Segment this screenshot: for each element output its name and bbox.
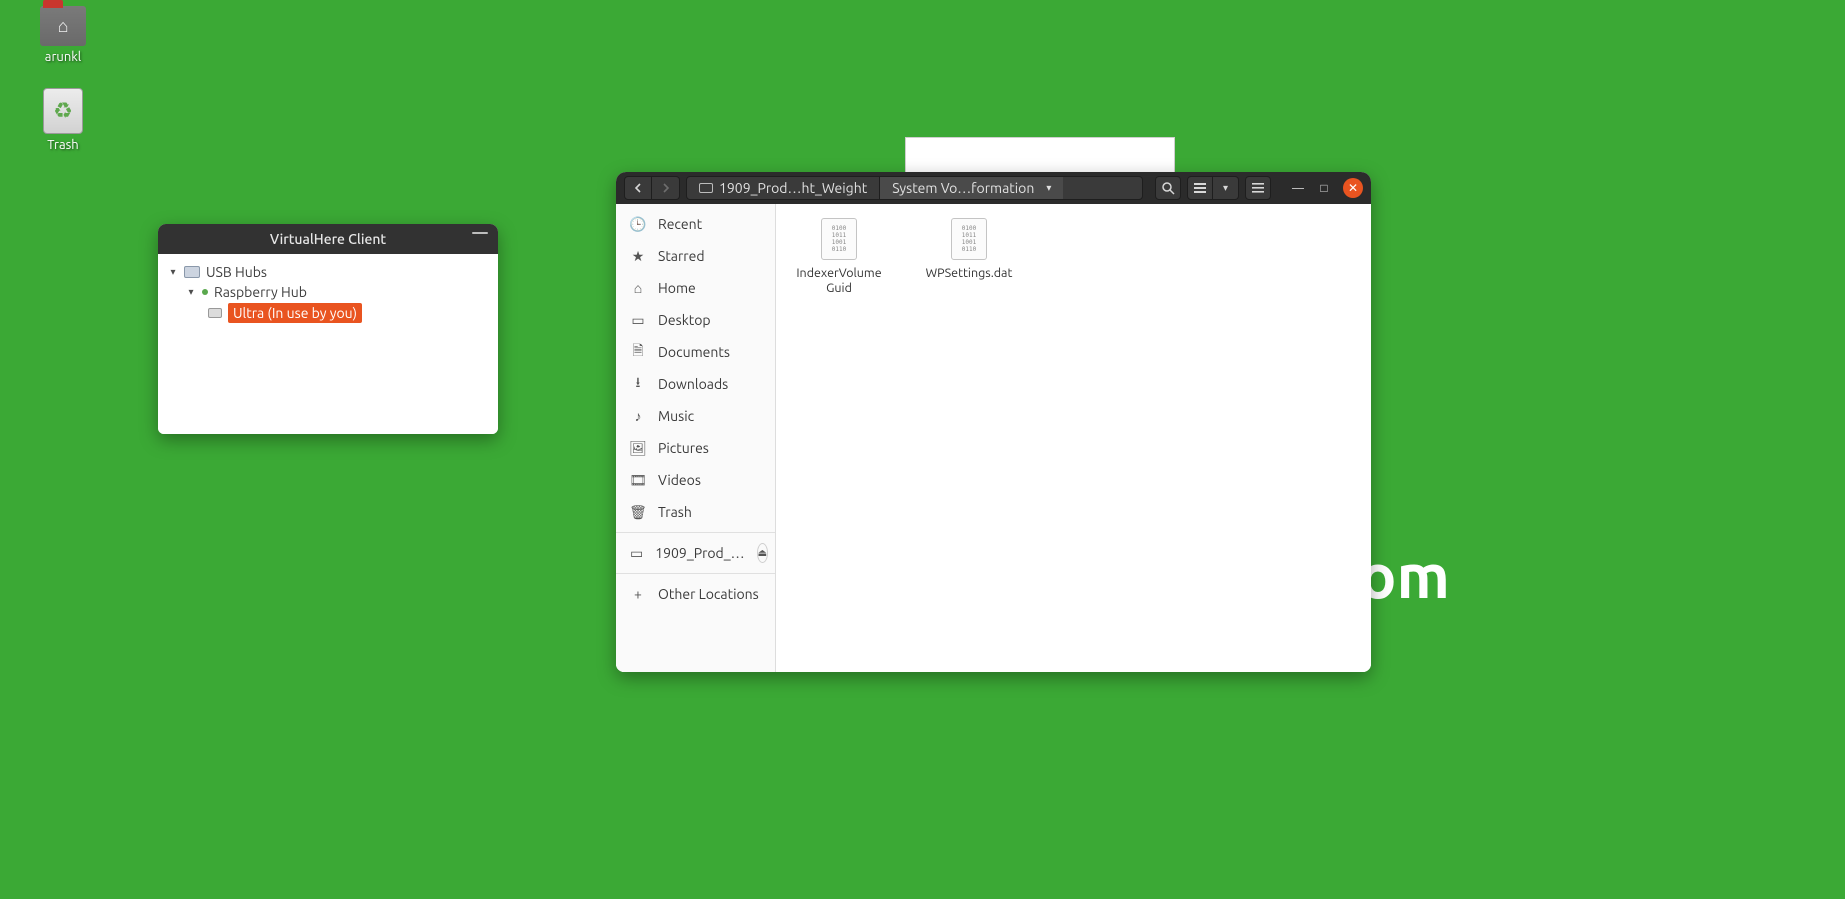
sidebar-item-pictures[interactable]: 🖼 Pictures	[616, 432, 775, 464]
close-button[interactable]: ✕	[1343, 178, 1363, 198]
tree-hub-label: Raspberry Hub	[214, 283, 307, 301]
files-sidebar: 🕒 Recent ★ Starred ⌂ Home ▭ Desktop 🗎 Do…	[616, 204, 776, 672]
expand-arrow-icon[interactable]: ▾	[186, 287, 196, 297]
sidebar-separator	[616, 573, 775, 574]
virtualhere-window: VirtualHere Client ▾ USB Hubs ▾ Raspberr…	[158, 224, 498, 434]
forward-button[interactable]	[652, 176, 680, 200]
tree-root-label: USB Hubs	[206, 263, 267, 281]
drive-icon	[699, 183, 713, 193]
back-button[interactable]	[624, 176, 652, 200]
star-icon: ★	[630, 248, 646, 265]
drive-icon	[208, 308, 222, 318]
sidebar-item-other-locations[interactable]: + Other Locations	[616, 578, 775, 610]
plus-icon: +	[630, 586, 646, 602]
music-icon: ♪	[630, 408, 646, 424]
watermark-text: om	[1359, 540, 1450, 610]
binary-file-icon: 0100101110010110	[821, 218, 857, 260]
chevron-left-icon	[633, 183, 643, 193]
list-icon	[1194, 183, 1206, 193]
sidebar-item-label: Pictures	[658, 440, 709, 456]
minimize-icon[interactable]	[472, 232, 488, 234]
sidebar-item-drive[interactable]: ▭ 1909_Prod_… ⏏	[616, 537, 775, 569]
hamburger-icon	[1252, 183, 1264, 193]
chevron-right-icon	[661, 183, 671, 193]
trash-icon: 🗑	[630, 504, 646, 521]
sidebar-item-recent[interactable]: 🕒 Recent	[616, 208, 775, 240]
desktop-folder-label: arunkl	[45, 50, 81, 64]
sidebar-item-music[interactable]: ♪ Music	[616, 400, 775, 432]
files-window: 1909_Prod…ht_Weight System Vo…formation …	[616, 172, 1371, 672]
path-segment-drive[interactable]: 1909_Prod…ht_Weight	[687, 177, 879, 199]
search-button[interactable]	[1155, 176, 1181, 200]
sidebar-item-trash[interactable]: 🗑 Trash	[616, 496, 775, 528]
usb-hub-icon	[184, 266, 200, 278]
drive-icon: ▭	[630, 545, 643, 562]
sidebar-item-label: Desktop	[658, 312, 711, 328]
nav-group	[624, 176, 680, 200]
downloads-icon: ⭳	[630, 372, 646, 396]
eject-button[interactable]: ⏏	[757, 543, 768, 563]
sidebar-item-label: Downloads	[658, 376, 728, 392]
desktop-icon: ▭	[630, 312, 646, 329]
sidebar-item-videos[interactable]: 🎞 Videos	[616, 464, 775, 496]
sidebar-item-label: Videos	[658, 472, 701, 488]
view-dropdown-button[interactable]: ▾	[1213, 176, 1239, 200]
sidebar-item-label: Home	[658, 280, 696, 296]
virtualhere-body: ▾ USB Hubs ▾ Raspberry Hub Ultra (In use…	[158, 254, 498, 434]
toolbar-right: ▾	[1155, 176, 1271, 200]
desktop-trash-label: Trash	[47, 138, 78, 152]
sidebar-item-label: 1909_Prod_…	[655, 545, 744, 561]
files-headerbar: 1909_Prod…ht_Weight System Vo…formation …	[616, 172, 1371, 204]
chevron-down-icon[interactable]: ▾	[1046, 182, 1051, 194]
sidebar-item-label: Recent	[658, 216, 702, 232]
path-seg2-label: System Vo…formation	[892, 180, 1034, 196]
sidebar-separator	[616, 532, 775, 533]
path-segment-current[interactable]: System Vo…formation ▾	[879, 177, 1063, 199]
chevron-down-icon: ▾	[1223, 182, 1228, 194]
sidebar-item-documents[interactable]: 🗎 Documents	[616, 336, 775, 368]
path-seg1-label: 1909_Prod…ht_Weight	[719, 180, 867, 196]
view-group: ▾	[1187, 176, 1239, 200]
file-item[interactable]: 0100101110010110 WPSettings.dat	[924, 218, 1014, 281]
view-list-button[interactable]	[1187, 176, 1213, 200]
expand-arrow-icon[interactable]: ▾	[168, 267, 178, 277]
virtualhere-titlebar[interactable]: VirtualHere Client	[158, 224, 498, 254]
tree-device-label: Ultra (In use by you)	[228, 303, 362, 323]
files-body: 🕒 Recent ★ Starred ⌂ Home ▭ Desktop 🗎 Do…	[616, 204, 1371, 672]
pictures-icon: 🖼	[630, 440, 646, 457]
desktop-trash[interactable]: ♻ Trash	[18, 88, 108, 152]
clock-icon: 🕒	[630, 216, 646, 233]
minimize-button[interactable]: —	[1291, 181, 1305, 195]
tree-root-row[interactable]: ▾ USB Hubs	[168, 262, 488, 282]
sidebar-item-desktop[interactable]: ▭ Desktop	[616, 304, 775, 336]
virtualhere-title: VirtualHere Client	[270, 231, 386, 247]
sidebar-item-downloads[interactable]: ⭳ Downloads	[616, 368, 775, 400]
files-pane[interactable]: 0100101110010110 IndexerVolumeGuid 01001…	[776, 204, 1371, 672]
binary-file-icon: 0100101110010110	[951, 218, 987, 260]
maximize-button[interactable]: □	[1317, 181, 1331, 195]
tree-device-row[interactable]: Ultra (In use by you)	[168, 302, 488, 324]
tree-hub-row[interactable]: ▾ Raspberry Hub	[168, 282, 488, 302]
home-icon: ⌂	[630, 280, 646, 296]
sidebar-item-starred[interactable]: ★ Starred	[616, 240, 775, 272]
desktop-home-folder[interactable]: ⌂ arunkl	[18, 6, 108, 64]
sidebar-item-label: Documents	[658, 344, 730, 360]
file-label: IndexerVolumeGuid	[794, 266, 884, 296]
home-folder-icon: ⌂	[40, 6, 86, 46]
search-icon	[1161, 181, 1175, 195]
status-dot-icon	[202, 289, 208, 295]
sidebar-item-label: Music	[658, 408, 694, 424]
file-item[interactable]: 0100101110010110 IndexerVolumeGuid	[794, 218, 884, 296]
hamburger-menu-button[interactable]	[1245, 176, 1271, 200]
sidebar-item-home[interactable]: ⌂ Home	[616, 272, 775, 304]
documents-icon: 🗎	[630, 340, 646, 364]
sidebar-item-label: Other Locations	[658, 586, 759, 602]
path-bar: 1909_Prod…ht_Weight System Vo…formation …	[686, 176, 1143, 200]
sidebar-item-label: Starred	[658, 248, 705, 264]
trash-icon: ♻	[43, 88, 83, 134]
videos-icon: 🎞	[630, 472, 646, 489]
window-controls: — □ ✕	[1291, 178, 1363, 198]
sidebar-item-label: Trash	[658, 504, 692, 520]
file-label: WPSettings.dat	[926, 266, 1013, 281]
